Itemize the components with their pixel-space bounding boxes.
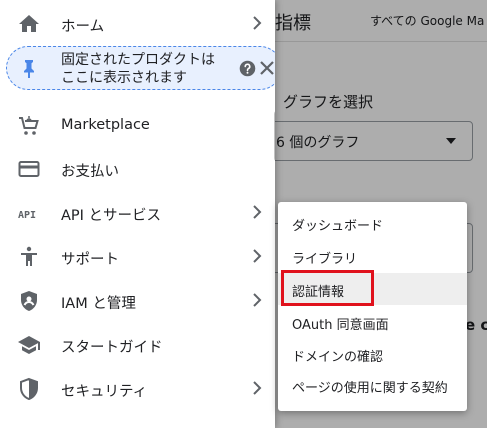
nav-item-marketplace[interactable]: Marketplace <box>0 104 275 148</box>
billing-icon <box>18 161 40 177</box>
api-icon: API <box>18 210 36 221</box>
chevron-right-icon <box>253 16 262 30</box>
nav-item-label: お支払い <box>61 164 119 180</box>
menu-item-label: ダッシュボード <box>292 219 384 234</box>
nav-item-label: スタートガイド <box>61 340 163 356</box>
cart-icon <box>19 116 39 135</box>
menu-item-oauth-consent[interactable]: OAuth 同意画面 <box>278 306 467 338</box>
help-icon[interactable] <box>239 60 256 77</box>
nav-item-apis-services[interactable]: API API とサービス <box>0 191 275 235</box>
nav-item-label: ホーム <box>61 19 105 35</box>
highlight-annotation-box <box>281 270 374 306</box>
nav-item-billing[interactable]: お支払い <box>0 147 275 191</box>
menu-item-label: ドメインの確認 <box>292 350 384 365</box>
nav-item-label: IAM と管理 <box>61 296 136 312</box>
sidenav-scrollbar[interactable] <box>271 90 275 428</box>
api-icon-text: API <box>18 210 36 221</box>
support-icon <box>21 246 37 266</box>
side-navigation: ホーム 固定されたプロダクトは ここに表示されます Marketplace お支… <box>0 0 275 428</box>
iam-shield-icon <box>21 291 37 311</box>
nav-item-support[interactable]: サポート <box>0 235 275 279</box>
chevron-right-icon <box>253 249 262 263</box>
pin-notice-line2: ここに表示されます <box>61 70 187 86</box>
menu-item-page-usage-agreements[interactable]: ページの使用に関する契約 <box>278 369 467 401</box>
close-icon[interactable] <box>259 60 275 76</box>
nav-item-label: セキュリティ <box>61 384 148 400</box>
menu-item-label: ページの使用に関する契約 <box>292 381 448 396</box>
menu-item-label: ライブラリ <box>292 252 358 267</box>
nav-item-label: API とサービス <box>61 208 162 224</box>
nav-item-label: サポート <box>61 252 119 268</box>
nav-item-label: Marketplace <box>61 117 150 133</box>
chevron-right-icon <box>253 381 262 395</box>
nav-item-security[interactable]: セキュリティ <box>0 367 275 411</box>
chevron-right-icon <box>253 293 262 307</box>
graduation-cap-icon <box>18 336 40 354</box>
pin-icon <box>24 60 34 78</box>
scroll-thumb[interactable] <box>274 110 275 162</box>
security-shield-icon <box>20 377 38 401</box>
pin-notice-line1: 固定されたプロダクトは <box>61 52 215 68</box>
nav-item-iam-admin[interactable]: IAM と管理 <box>0 279 275 323</box>
home-icon <box>19 15 39 32</box>
menu-item-library[interactable]: ライブラリ <box>278 240 467 272</box>
pinned-products-notice: 固定されたプロダクトは ここに表示されます <box>6 46 275 90</box>
menu-item-domain-verification[interactable]: ドメインの確認 <box>278 338 467 370</box>
menu-item-label: OAuth 同意画面 <box>292 318 389 333</box>
nav-item-home[interactable]: ホーム <box>0 2 275 46</box>
apis-services-submenu: ダッシュボード ライブラリ 認証情報 OAuth 同意画面 ドメインの確認 ペー… <box>278 202 467 411</box>
menu-item-dashboard[interactable]: ダッシュボード <box>278 207 467 239</box>
chevron-right-icon <box>253 205 262 219</box>
nav-item-getting-started[interactable]: スタートガイド <box>0 323 275 367</box>
